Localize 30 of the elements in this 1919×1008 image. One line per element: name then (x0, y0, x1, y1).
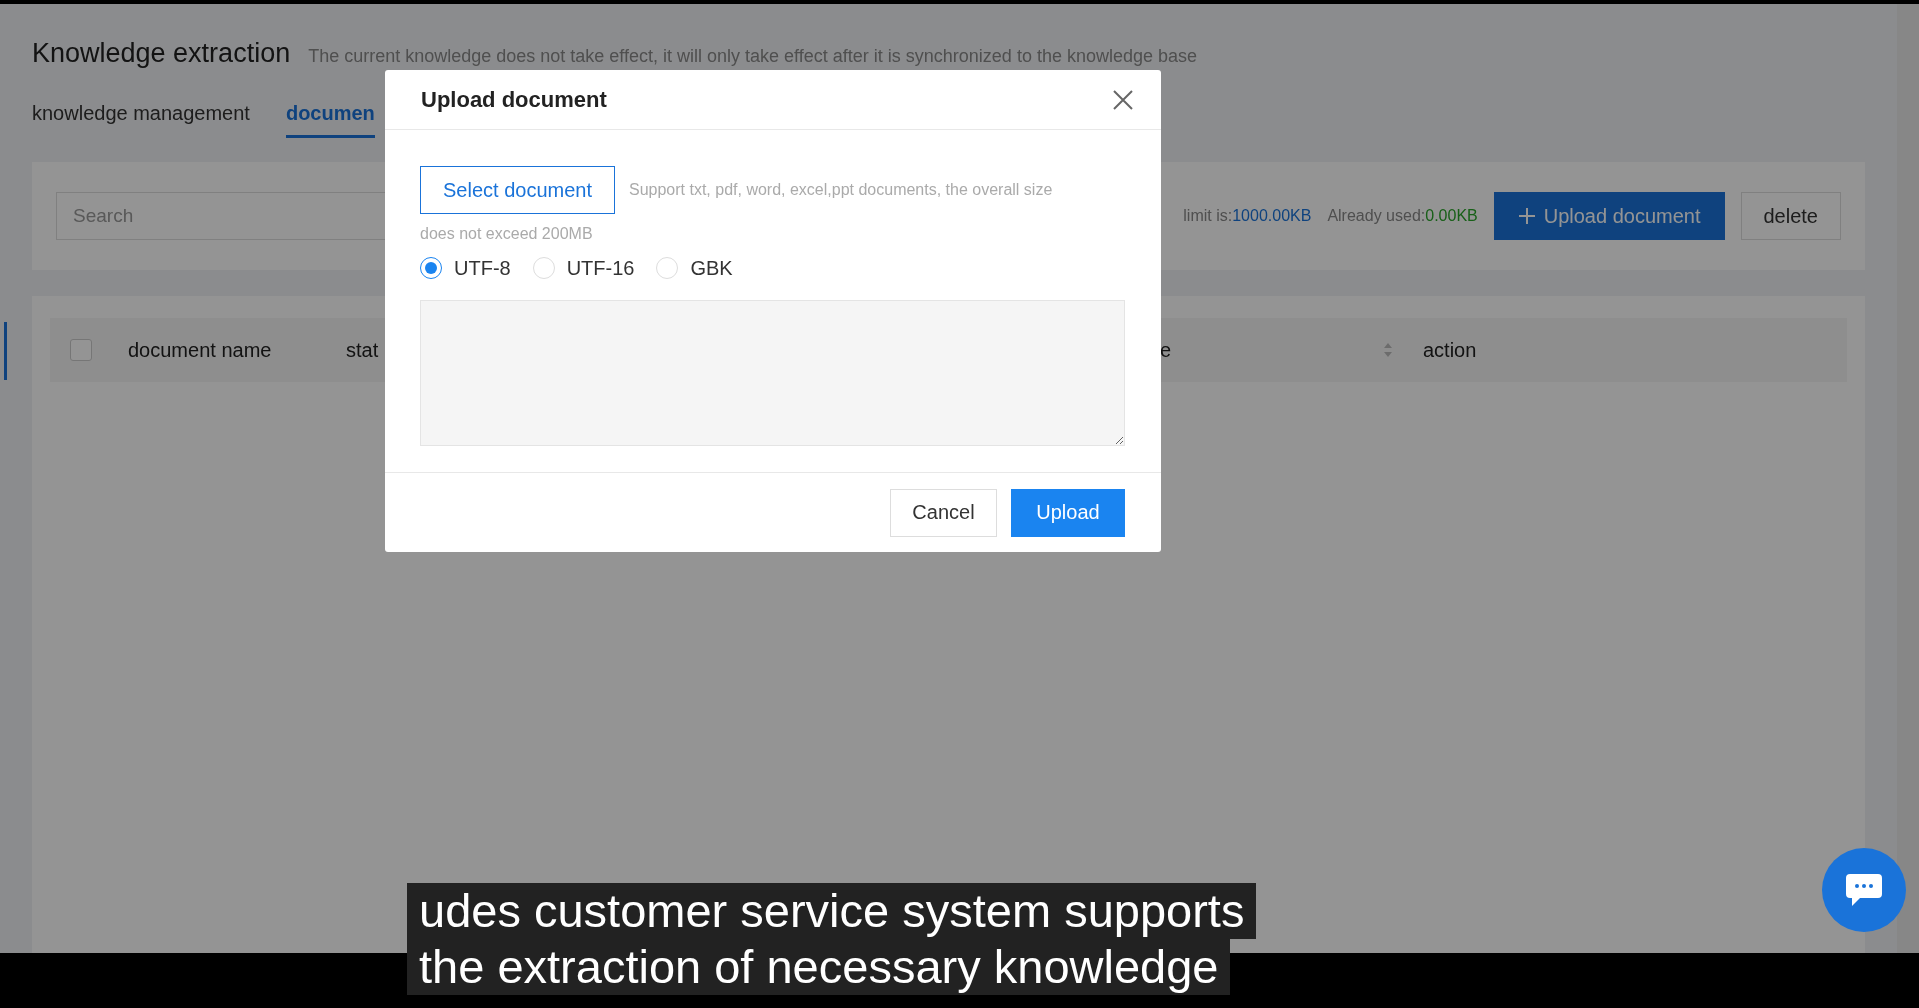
delete-button[interactable]: delete (1740, 192, 1841, 240)
dialog-title: Upload document (421, 86, 607, 113)
plus-icon (1517, 207, 1536, 225)
column-header: e (1160, 338, 1172, 362)
select-all-checkbox[interactable] (70, 339, 92, 361)
tab[interactable]: knowledge management (32, 94, 250, 138)
sort-icon[interactable] (1383, 342, 1393, 358)
upload-button[interactable]: Upload document (1493, 192, 1725, 240)
page-title: Knowledge extraction (32, 38, 291, 69)
encoding-radio[interactable]: UTF-8 (420, 256, 511, 280)
encoding-radio[interactable]: UTF-16 (532, 256, 635, 280)
hint-text: Support txt, pdf, word, excel,ppt documents, the overall size (629, 181, 1053, 198)
used-text: Already used:0.00KB (1327, 207, 1478, 225)
select-document-button[interactable]: Select document (420, 166, 615, 214)
upload-confirm-button[interactable]: Upload (1011, 488, 1125, 537)
scrollbar[interactable] (1897, 4, 1919, 953)
tab[interactable]: documen (285, 94, 375, 138)
chat-icon (1844, 872, 1884, 908)
encoding-radio[interactable]: GBK (656, 256, 733, 280)
close-icon[interactable] (1111, 87, 1135, 112)
sidebar-indicator (4, 322, 7, 380)
notice-text: The current knowledge does not take effect, it will only take effect after it is synchronized to the knowledge base (308, 46, 1197, 67)
column-header: document name (128, 338, 272, 362)
limit-text: limit is:1000.00KB (1183, 207, 1312, 225)
column-header: action (1423, 338, 1477, 362)
text-area[interactable] (420, 300, 1125, 446)
cancel-button[interactable]: Cancel (890, 488, 997, 537)
search-field[interactable]: Search (56, 192, 386, 240)
column-header: stat (346, 338, 379, 362)
hint-text: does not exceed 200MB (420, 224, 593, 244)
